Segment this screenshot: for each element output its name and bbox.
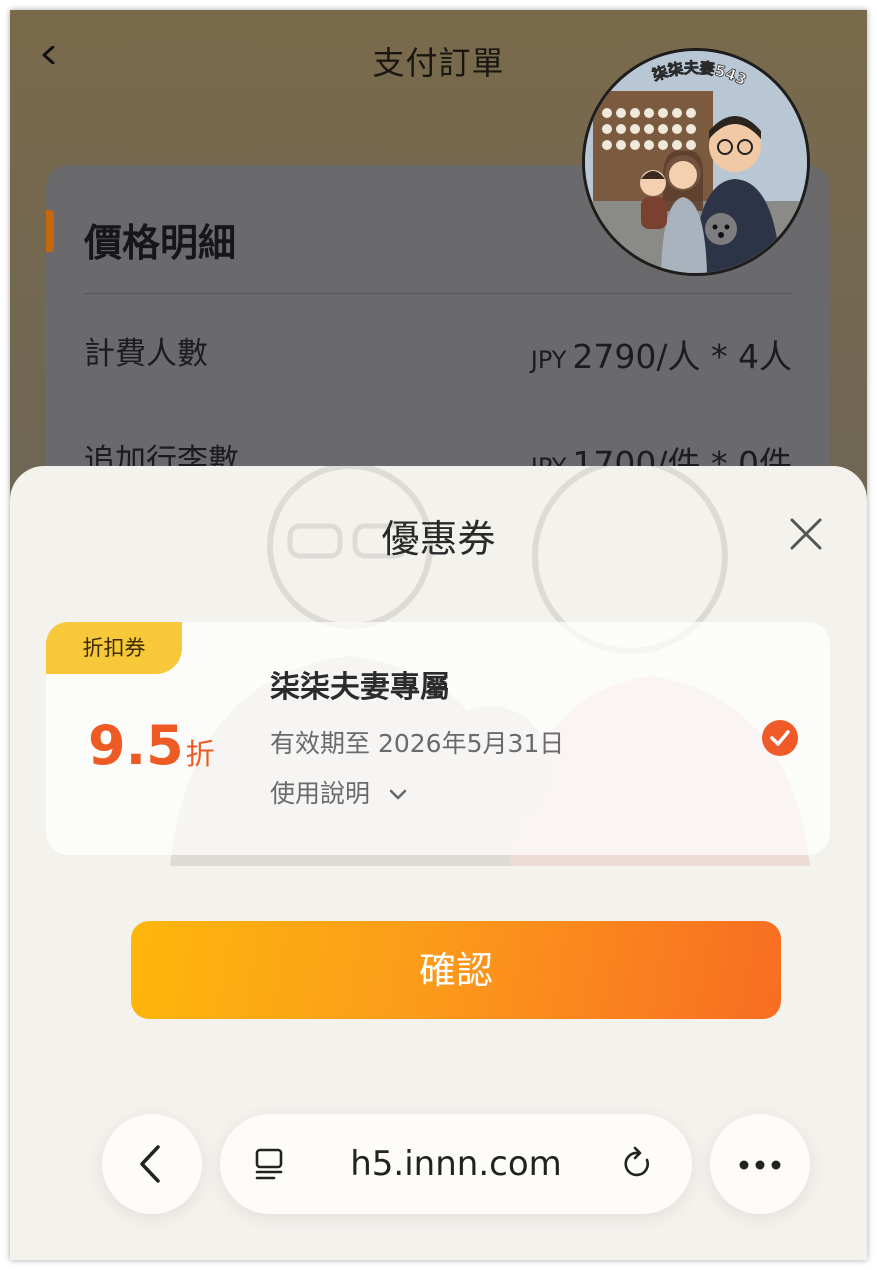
usage-instructions-toggle[interactable]: 使用說明 xyxy=(270,774,408,810)
more-options-button[interactable] xyxy=(710,1114,810,1214)
currency-label: JPY xyxy=(530,346,567,374)
price-details-heading: 價格明細 xyxy=(84,221,237,265)
browser-back-button[interactable] xyxy=(102,1114,202,1214)
sheet-title: 優惠券 xyxy=(381,517,496,561)
discount-value: 9.5 xyxy=(88,714,184,777)
confirm-button[interactable]: 確認 xyxy=(131,921,781,1019)
price-row-value: JPY 2790/人 * 4人 xyxy=(531,330,792,378)
section-accent-bar xyxy=(46,210,54,252)
more-icon xyxy=(739,1160,781,1170)
chevron-left-icon xyxy=(140,1145,160,1183)
address-bar[interactable]: h5.innn.com xyxy=(220,1114,692,1214)
close-icon[interactable] xyxy=(786,514,826,554)
check-icon xyxy=(770,730,790,746)
reload-icon[interactable] xyxy=(620,1146,656,1182)
chevron-down-icon xyxy=(389,789,407,800)
usage-instructions-label: 使用說明 xyxy=(270,779,371,808)
coupon-type-tag: 折扣券 xyxy=(46,622,182,674)
coupon-name: 柒柒夫妻專屬 xyxy=(270,670,450,705)
coupon-discount: 9.5折 xyxy=(88,714,215,777)
coupon-expiry: 有效期至 2026年5月31日 xyxy=(270,729,565,758)
avatar-illustration: 柒柒夫妻543 xyxy=(582,48,810,276)
price-row-label: 計費人數 xyxy=(84,336,208,372)
coupon-card[interactable]: 折扣券 9.5折 柒柒夫妻專屬 有效期至 2026年5月31日 使用說明 xyxy=(46,622,830,855)
discount-unit: 折 xyxy=(185,737,215,771)
screen: 支付訂單 價格明細 計費人數 JPY2790/人 * 4人 追加行李數 JPY1… xyxy=(10,10,867,1260)
price-amount: 2790/人 * 4人 xyxy=(572,337,792,376)
coupon-selected-check[interactable] xyxy=(762,720,798,756)
divider xyxy=(84,293,792,294)
